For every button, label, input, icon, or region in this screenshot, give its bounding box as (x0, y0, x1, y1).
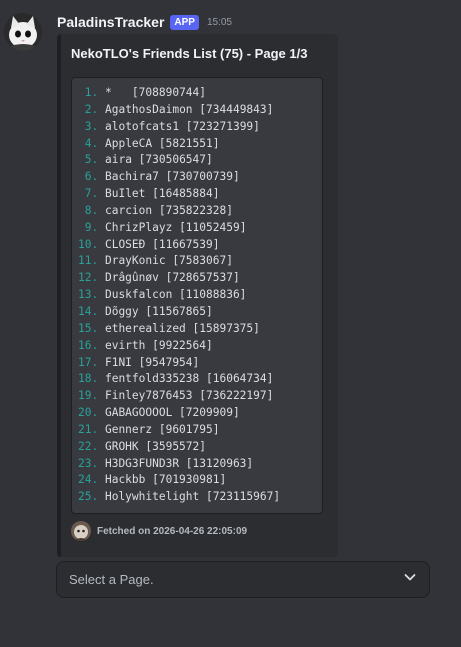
footer-text: Fetched on 2026-04-26 22:05:09 (97, 525, 248, 537)
entry-text: aira [730506547] (104, 153, 213, 167)
entry-number: 15. (78, 321, 99, 335)
entry-number: 20. (78, 406, 99, 420)
entry-text: Duskfalcon [11088836] (104, 288, 247, 302)
friend-entry: 18. fentfold335238 [16064734] (78, 371, 316, 388)
entry-text: AppleCA [5821551] (104, 136, 220, 150)
friend-entry: 11. DrayKonic [7583067] (78, 253, 316, 270)
timestamp[interactable]: 15:05 (207, 17, 232, 28)
embed-footer: Fetched on 2026-04-26 22:05:09 (71, 521, 247, 541)
entry-text: etherealized [15897375] (104, 321, 260, 335)
entry-text: carcion [735822328] (104, 203, 233, 217)
embed-card: NekoTLO's Friends List (75) - Page 1/3 1… (57, 34, 338, 557)
app-badge: APP (170, 14, 199, 30)
entry-number: 10. (78, 237, 99, 251)
entry-number: 2. (84, 102, 99, 116)
entry-text: Bachira7 [730700739] (104, 170, 240, 184)
friend-entry: 1. * [708890744] (78, 85, 316, 102)
entry-number: 21. (78, 422, 99, 436)
entry-text: CLOSEÐ [11667539] (104, 237, 220, 251)
friend-entry: 7. BuIlet [16485884] (78, 186, 316, 203)
entry-number: 18. (78, 372, 99, 386)
friend-entry: 10. CLOSEÐ [11667539] (78, 237, 316, 254)
entry-number: 4. (84, 136, 99, 150)
username[interactable]: PaladinsTracker (57, 14, 164, 30)
friend-entry: 20. GABAGOOOOL [7209909] (78, 405, 316, 422)
entry-number: 9. (84, 220, 99, 234)
friend-entry: 16. evirth [9922564] (78, 338, 316, 355)
entry-number: 24. (78, 473, 99, 487)
friend-entry: 4. AppleCA [5821551] (78, 136, 316, 153)
entry-text: Hackbb [701930981] (104, 473, 227, 487)
entry-text: BuIlet [16485884] (104, 187, 220, 201)
friend-entry: 9. ChrizPlayz [11052459] (78, 220, 316, 237)
entry-text: Finley7876453 [736222197] (104, 389, 274, 403)
select-placeholder: Select a Page. (69, 572, 154, 587)
entry-text: ChrizPlayz [11052459] (104, 220, 247, 234)
entry-text: alotofcats1 [723271399] (104, 119, 260, 133)
entry-number: 25. (78, 490, 99, 504)
entry-text: Gennerz [9601795] (104, 422, 220, 436)
entry-text: Drâgûnøv [728657537] (104, 271, 240, 285)
entry-text: Dõggy [11567865] (104, 304, 213, 318)
page-select-dropdown[interactable]: Select a Page. (56, 561, 430, 598)
entry-number: 13. (78, 288, 99, 302)
entry-text: DrayKonic [7583067] (104, 254, 233, 268)
entry-number: 11. (78, 254, 99, 268)
entry-number: 1. (84, 86, 99, 99)
friend-entry: 25. Holywhitelight [723115967] (78, 489, 316, 506)
entry-number: 23. (78, 456, 99, 470)
friend-entry: 17. F1NI [9547954] (78, 355, 316, 372)
friend-entry: 14. Dõggy [11567865] (78, 304, 316, 321)
entry-number: 6. (84, 170, 99, 184)
entry-number: 12. (78, 271, 99, 285)
entry-number: 14. (78, 304, 99, 318)
friend-entry: 2. AgathosDaimon [734449843] (78, 102, 316, 119)
entry-number: 5. (84, 153, 99, 167)
friend-entry: 21. Gennerz [9601795] (78, 422, 316, 439)
friend-entry: 5. aira [730506547] (78, 152, 316, 169)
entry-text: H3DG3FUND3R [13120963] (104, 456, 254, 470)
entry-number: 17. (78, 355, 99, 369)
friend-entry: 12. Drâgûnøv [728657537] (78, 270, 316, 287)
entry-number: 16. (78, 338, 99, 352)
entry-text: fentfold335238 [16064734] (104, 372, 274, 386)
bot-avatar[interactable] (4, 13, 42, 51)
friend-entry: 15. etherealized [15897375] (78, 321, 316, 338)
friend-entry: 8. carcion [735822328] (78, 203, 316, 220)
friends-list-codeblock: 1. * [708890744] 2. AgathosDaimon [73444… (71, 77, 323, 514)
friend-entry: 22. GROHK [3595572] (78, 439, 316, 456)
entry-number: 19. (78, 389, 99, 403)
entry-number: 7. (84, 187, 99, 201)
entry-number: 22. (78, 439, 99, 453)
entry-text: evirth [9922564] (104, 338, 213, 352)
friend-entry: 6. Bachira7 [730700739] (78, 169, 316, 186)
entry-text: * [708890744] (104, 86, 207, 99)
entry-text: Holywhitelight [723115967] (104, 490, 281, 504)
embed-title: NekoTLO's Friends List (75) - Page 1/3 (71, 46, 308, 61)
message-header: PaladinsTracker APP 15:05 (57, 13, 232, 31)
friend-entry: 24. Hackbb [701930981] (78, 472, 316, 489)
entry-text: GROHK [3595572] (104, 439, 207, 453)
chevron-down-icon (403, 570, 417, 589)
entry-number: 3. (84, 119, 99, 133)
friend-entry: 13. Duskfalcon [11088836] (78, 287, 316, 304)
friend-entry: 19. Finley7876453 [736222197] (78, 388, 316, 405)
entry-text: GABAGOOOOL [7209909] (104, 406, 240, 420)
entry-number: 8. (84, 203, 99, 217)
entry-text: F1NI [9547954] (104, 355, 200, 369)
friend-entry: 23. H3DG3FUND3R [13120963] (78, 456, 316, 473)
entry-text: AgathosDaimon [734449843] (104, 102, 274, 116)
friend-entry: 3. alotofcats1 [723271399] (78, 119, 316, 136)
footer-avatar-icon (71, 521, 91, 541)
